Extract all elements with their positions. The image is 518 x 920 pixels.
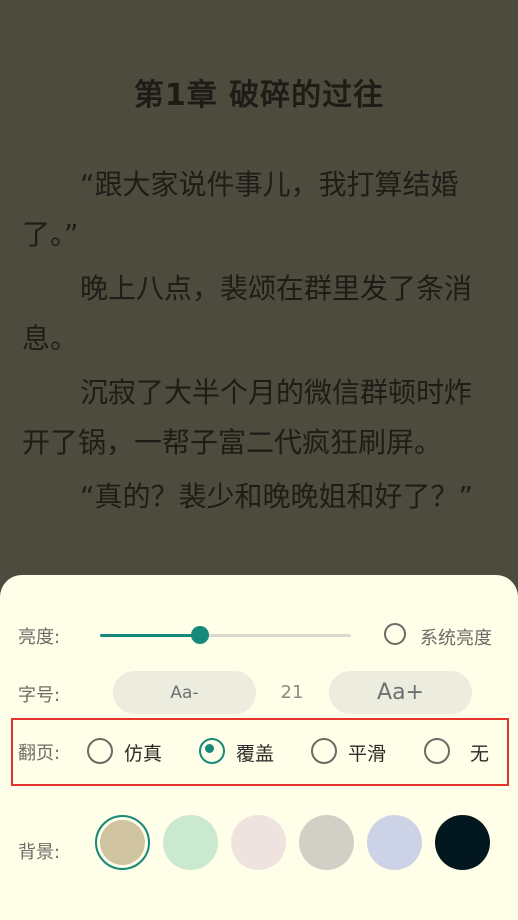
paragraph: “跟大家说件事儿，我打算结婚了。” [22,168,459,251]
page-turn-smooth-label[interactable]: 平滑 [348,739,386,766]
page-turn-none-radio[interactable] [424,738,450,764]
page-turn-label: 翻页: [18,743,61,764]
page-turn-cover-label[interactable]: 覆盖 [236,739,274,766]
font-size-label: 字号: [18,685,61,706]
font-increase-button[interactable]: Aa+ [329,671,472,714]
page-turn-simulation-label[interactable]: 仿真 [124,739,162,766]
font-decrease-button[interactable]: Aa- [113,671,256,714]
paragraph: 沉寂了大半个月的微信群顿时炸开了锅，一帮子富二代疯狂刷屏。 [22,376,473,459]
brightness-slider[interactable] [100,626,351,644]
background-color-green[interactable] [163,815,218,870]
background-color-pink[interactable] [231,815,286,870]
brightness-slider-fill [100,634,201,637]
paragraph: 晚上八点，裴颂在群里发了条消息。 [22,272,473,355]
chapter-title: 第1章 破碎的过往 [133,78,385,113]
paragraph: “真的？裴少和晚晚姐和好了？” [80,480,474,513]
background-color-blue[interactable] [367,815,422,870]
page-turn-smooth-radio[interactable] [311,738,337,764]
page-turn-simulation-radio[interactable] [87,738,113,764]
brightness-label: 亮度: [18,627,61,648]
system-brightness-radio[interactable] [384,623,406,645]
page-turn-cover-radio[interactable] [199,738,225,764]
background-label: 背景: [18,842,61,863]
font-size-value: 21 [280,682,304,703]
page-turn-none-label[interactable]: 无 [470,739,489,766]
background-color-dark[interactable] [435,815,490,870]
chapter-body: “跟大家说件事儿，我打算结婚了。” 晚上八点，裴颂在群里发了条消息。 沉寂了大半… [22,160,498,526]
system-brightness-label[interactable]: 系统亮度 [420,624,492,650]
background-color-gray[interactable] [299,815,354,870]
background-color-khaki[interactable] [95,815,150,870]
